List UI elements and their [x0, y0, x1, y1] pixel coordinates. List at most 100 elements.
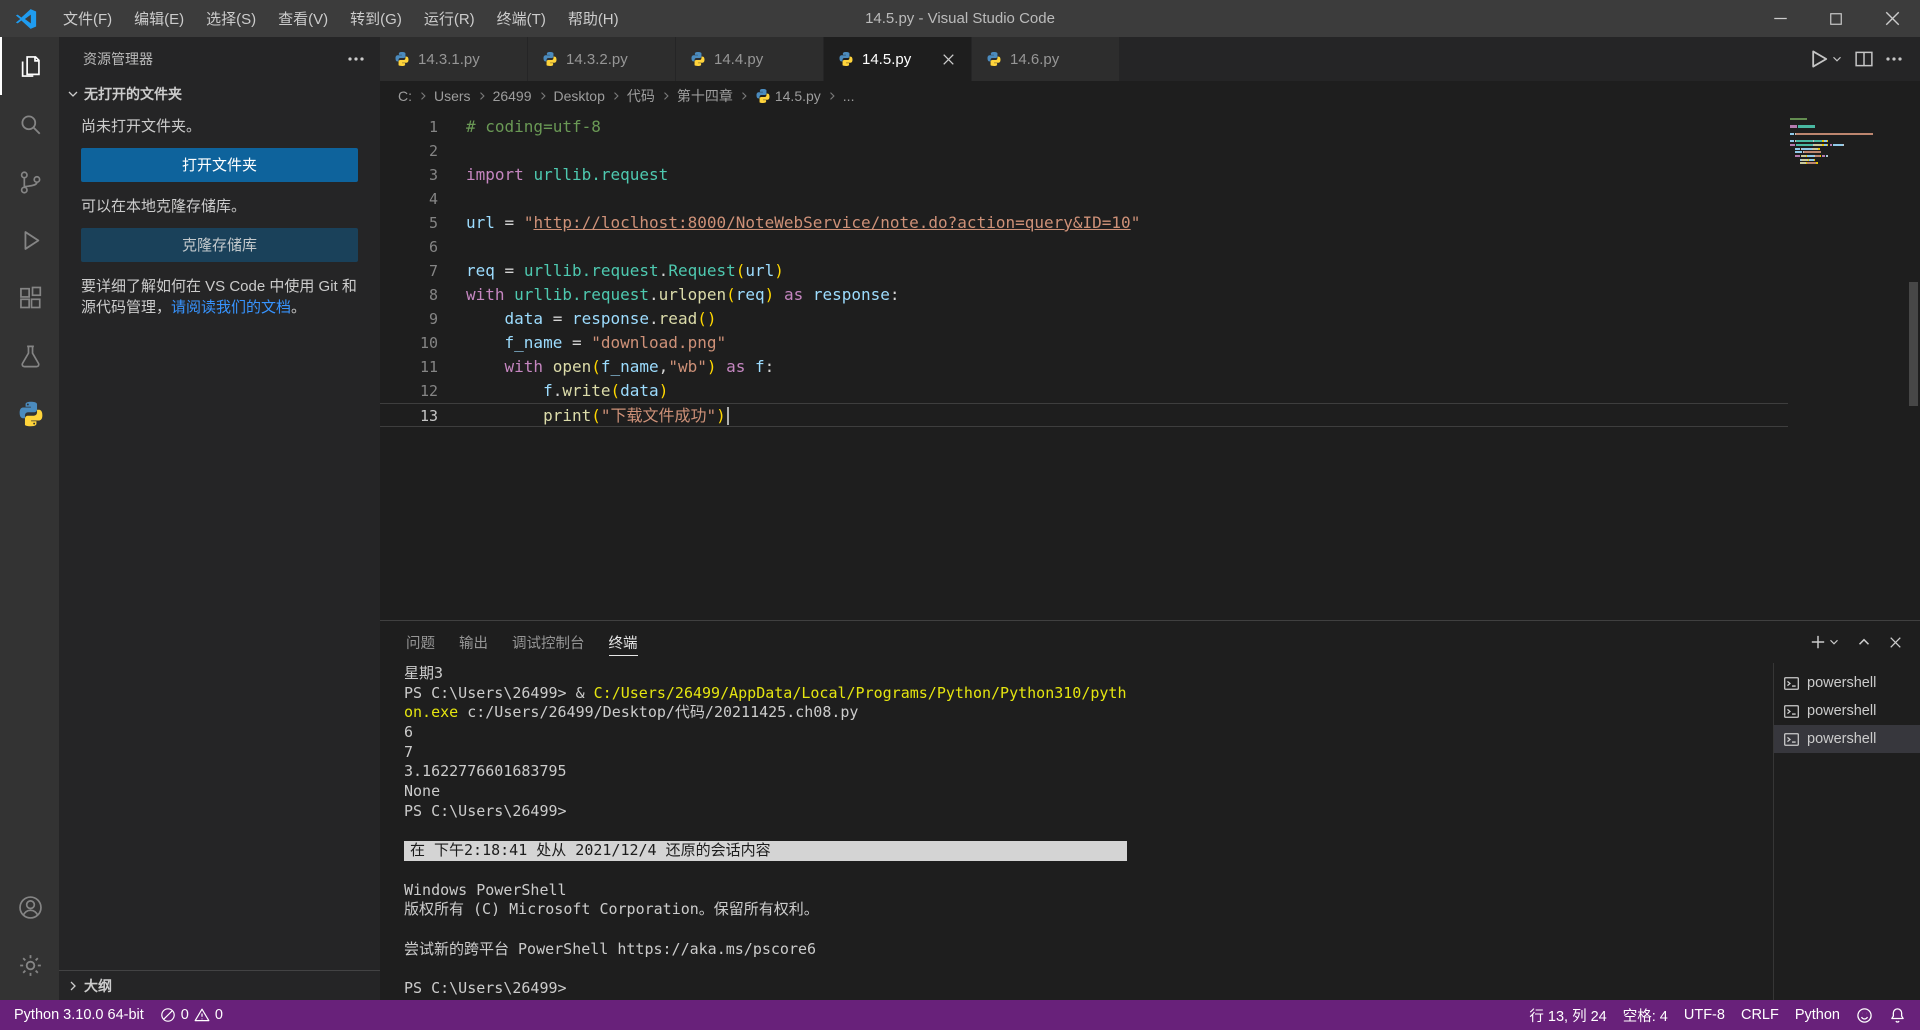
search-icon	[17, 111, 44, 138]
section-no-folder[interactable]: 无打开的文件夹	[59, 80, 380, 108]
tab-14.6.py[interactable]: 14.6.py	[972, 37, 1120, 81]
git-help-text: 要详细了解如何在 VS Code 中使用 Git 和源代码管理，请阅读我们的文档…	[81, 276, 358, 320]
menu-item[interactable]: 终端(T)	[486, 0, 557, 37]
breadcrumb-item[interactable]: 第十四章	[677, 86, 733, 106]
minimap-line	[1790, 158, 1902, 161]
notifications-bell-button[interactable]	[1881, 1000, 1914, 1030]
terminal-text: 7	[404, 742, 414, 761]
editor-scrollbar[interactable]	[1909, 282, 1918, 406]
maximize-button[interactable]	[1808, 0, 1864, 37]
code-token: )	[764, 285, 775, 304]
minimap[interactable]	[1790, 118, 1902, 166]
activity-run-and-debug[interactable]	[0, 211, 59, 269]
terminal-text: c:/Users/26499/Desktop/代码/20211425.ch08.…	[458, 703, 859, 722]
section-outline[interactable]: 大纲	[59, 970, 380, 1000]
status-cursor-position[interactable]: 行 13, 列 24	[1521, 1000, 1614, 1030]
minimize-button[interactable]	[1752, 0, 1808, 37]
outline-title: 大纲	[84, 977, 112, 994]
tab-14.5.py[interactable]: 14.5.py	[824, 37, 972, 81]
menu-item[interactable]: 选择(S)	[195, 0, 267, 37]
menu-item[interactable]: 帮助(H)	[557, 0, 630, 37]
breadcrumb-item[interactable]: Users	[434, 88, 471, 104]
docs-link[interactable]: 请阅读我们的文档	[171, 299, 291, 316]
activity-extensions[interactable]	[0, 269, 59, 327]
breadcrumb-item[interactable]: 14.5.py	[755, 88, 821, 104]
new-terminal-button[interactable]	[1809, 633, 1841, 651]
breadcrumb-item[interactable]: 26499	[493, 88, 532, 104]
tab-14.3.2.py[interactable]: 14.3.2.py	[528, 37, 676, 81]
minimap-token	[1804, 151, 1822, 154]
code-token: =	[543, 309, 572, 328]
tab-14.3.1.py[interactable]: 14.3.1.py	[380, 37, 528, 81]
panel-tab[interactable]: 问题	[394, 621, 447, 663]
activity-python[interactable]	[0, 385, 59, 443]
menu-item[interactable]: 编辑(E)	[123, 0, 195, 37]
minimap-token	[1806, 162, 1817, 165]
close-button[interactable]	[1864, 0, 1920, 37]
status-language-mode[interactable]: Python	[1787, 1000, 1848, 1030]
status-python-version[interactable]: Python 3.10.0 64-bit	[6, 1000, 152, 1030]
code-token: (	[726, 285, 736, 304]
activity-bar-top	[0, 37, 59, 443]
code-token: open	[552, 357, 592, 376]
panel-tab[interactable]: 输出	[447, 621, 500, 663]
breadcrumb-item[interactable]: Desktop	[554, 88, 605, 104]
code-token: urlopen	[658, 285, 727, 304]
minimap-token	[1790, 125, 1798, 128]
breadcrumb-label: 14.5.py	[774, 87, 821, 104]
open-folder-button[interactable]: 打开文件夹	[81, 147, 358, 182]
more-actions-button[interactable]	[1884, 49, 1904, 69]
menu-item[interactable]: 转到(G)	[339, 0, 413, 37]
clone-repo-button[interactable]: 克隆存储库	[81, 227, 358, 262]
maximize-panel-button[interactable]	[1855, 633, 1873, 651]
breadcrumb-item[interactable]: C:	[398, 88, 412, 104]
breadcrumb-item[interactable]: 代码	[627, 86, 655, 106]
menu-item[interactable]: 查看(V)	[267, 0, 339, 37]
terminal-list: powershell powershell powershell	[1773, 663, 1920, 1000]
status-eol[interactable]: CRLF	[1733, 1000, 1787, 1030]
panel-tab[interactable]: 终端	[597, 621, 650, 663]
status-encoding[interactable]: UTF-8	[1676, 1000, 1733, 1030]
status-indentation[interactable]: 空格: 4	[1615, 1000, 1676, 1030]
terminal-line: 在 下午2:18:41 处从 2021/12/4 还原的会话内容	[404, 841, 1773, 861]
terminal-list-item[interactable]: powershell	[1774, 725, 1920, 753]
code-token: as	[726, 357, 746, 376]
vscode-window: 文件(F) 编辑(E) 选择(S) 查看(V) 转到(G) 运行(R) 终端(T) 帮助(H)…	[0, 0, 1920, 1030]
chevron-down-icon	[65, 86, 81, 102]
activity-explorer[interactable]	[0, 37, 59, 95]
status-problems[interactable]: 00	[152, 1000, 231, 1030]
breadcrumb-label: Users	[434, 87, 471, 104]
feedback-button[interactable]	[1848, 1000, 1881, 1030]
code-line: 7 req = urllib.request.Request(url)	[380, 259, 1920, 283]
breadcrumb-item[interactable]: ...	[843, 88, 855, 104]
code-token: .	[649, 309, 659, 328]
terminal-list-item[interactable]: powershell	[1774, 697, 1920, 725]
chevron-down-icon[interactable]	[1827, 635, 1841, 649]
explorer-more-actions-button[interactable]	[346, 49, 366, 69]
activity-accounts[interactable]	[0, 878, 59, 936]
account-icon	[17, 894, 44, 921]
close-icon[interactable]	[940, 51, 957, 68]
split-editor-button[interactable]	[1854, 49, 1874, 69]
activity-testing[interactable]	[0, 327, 59, 385]
tab-14.4.py[interactable]: 14.4.py	[676, 37, 824, 81]
code-token: )	[716, 406, 726, 425]
window-title: 14.5.py - Visual Studio Code	[865, 10, 1055, 27]
menu-item[interactable]: 运行(R)	[413, 0, 486, 37]
code-editor[interactable]: 1 # coding=utf-8 2 3 import urllib.request 4 5…	[380, 110, 1920, 620]
menu-item[interactable]: 文件(F)	[52, 0, 123, 37]
breadcrumb-label: ...	[842, 87, 855, 104]
terminal-list-item[interactable]: powershell	[1774, 669, 1920, 697]
activity-source-control[interactable]	[0, 153, 59, 211]
terminal-text: 3.1622776601683795	[404, 762, 567, 781]
activity-manage[interactable]	[0, 936, 59, 994]
activity-search[interactable]	[0, 95, 59, 153]
run-python-file-button[interactable]	[1807, 48, 1844, 70]
terminal-text: PS C:\Users\26499>	[404, 801, 567, 820]
chevron-down-icon[interactable]	[1830, 52, 1844, 66]
close-panel-button[interactable]	[1887, 634, 1904, 651]
panel-tab[interactable]: 调试控制台	[500, 621, 597, 663]
terminal[interactable]: 星期3 PS C:\Users\26499> & C:/Users/26499/A…	[380, 663, 1773, 1000]
